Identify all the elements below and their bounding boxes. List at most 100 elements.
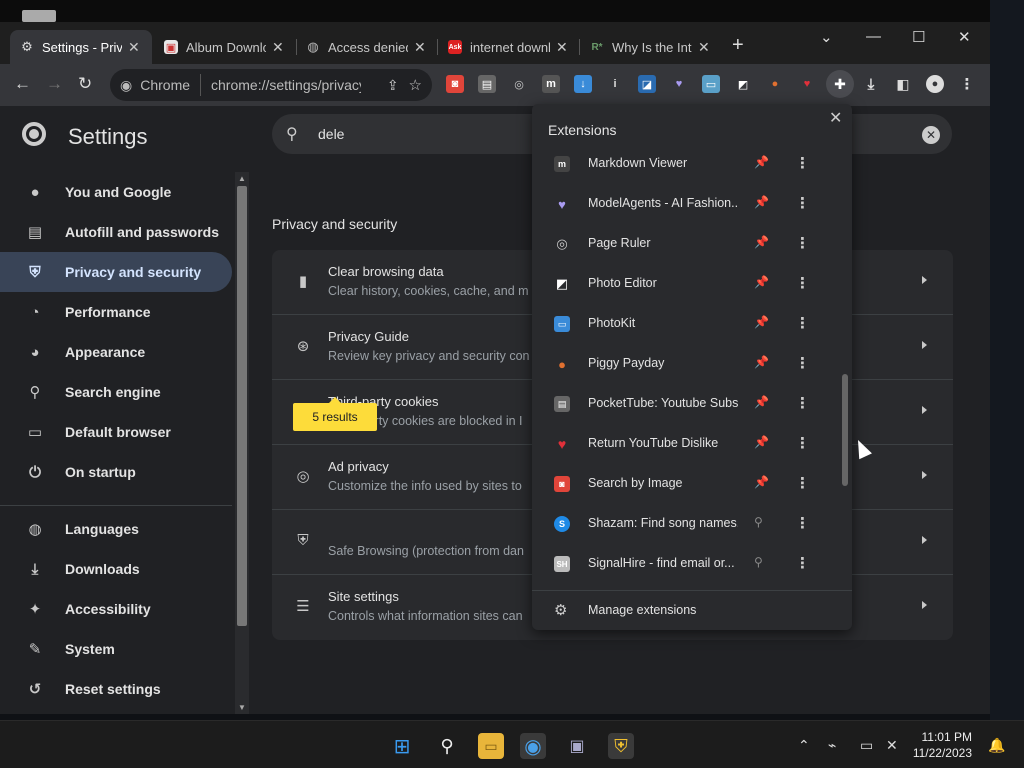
forward-icon[interactable]: → xyxy=(46,74,63,94)
close-window-icon[interactable]: ✕ xyxy=(958,28,971,46)
tab-access-denied[interactable]: ◍ Access denied ✕ xyxy=(296,30,438,64)
security-shield-icon[interactable]: ⛨ xyxy=(608,733,634,759)
extension-item-return-youtube-dislike[interactable]: ♥ Return YouTube Dislike 📌 ⋮ xyxy=(532,424,832,464)
search-by-image-icon[interactable]: ◙ xyxy=(446,75,464,93)
more-options-icon[interactable]: ⋮ xyxy=(795,154,810,172)
close-icon[interactable]: ✕ xyxy=(829,108,842,128)
share-icon[interactable]: ⇪ xyxy=(387,77,399,94)
sidebar-scrollbar[interactable]: ▲ ▼ xyxy=(235,172,249,714)
network-icon[interactable]: ⌁ xyxy=(828,737,836,754)
extensions-scrollbar[interactable] xyxy=(840,140,850,590)
sidebar-item-appearance[interactable]: ◕ Appearance xyxy=(0,332,232,372)
extension-item-photokit[interactable]: ▭ PhotoKit 📌 ⋮ xyxy=(532,304,832,344)
sidebar-item-languages[interactable]: ◍ Languages xyxy=(0,509,232,549)
close-icon[interactable]: ✕ xyxy=(272,39,284,56)
extension-item-search-by-image[interactable]: ◙ Search by Image 📌 ⋮ xyxy=(532,464,832,504)
scroll-up-icon[interactable]: ▲ xyxy=(238,174,246,183)
display-icon[interactable]: ▭ xyxy=(860,737,873,754)
more-options-icon[interactable]: ⋮ xyxy=(795,514,810,532)
tab-why-is-the-internet[interactable]: R* Why Is the Internet ✕ xyxy=(580,30,722,64)
pin-icon[interactable]: 📌 xyxy=(754,435,769,449)
chrome-taskbar-icon[interactable]: ◉ xyxy=(520,733,546,759)
tab-search-icon[interactable]: ⌄ xyxy=(820,28,833,46)
extension-item-markdown-viewer[interactable]: m Markdown Viewer 📌 ⋮ xyxy=(532,144,832,184)
sidebar-item-autofill[interactable]: ▤ Autofill and passwords xyxy=(0,212,232,252)
search-icon[interactable]: ⚲ xyxy=(434,733,460,759)
pin-icon[interactable]: 📌 xyxy=(754,155,769,169)
bookmark-star-icon[interactable]: ☆ xyxy=(409,76,422,94)
chrome-chip[interactable]: ◉ Chrome xyxy=(110,74,202,96)
minimize-icon[interactable]: — xyxy=(866,28,881,45)
more-options-icon[interactable]: ⋮ xyxy=(795,194,810,212)
sidebar-item-search-engine[interactable]: ⚲ Search engine xyxy=(0,372,232,412)
show-hidden-icons-icon[interactable]: ⌃ xyxy=(798,737,810,754)
pin-outline-icon[interactable]: ⚲ xyxy=(754,515,763,529)
more-menu-icon[interactable]: ⋮ xyxy=(958,75,976,93)
download-arrow-icon[interactable]: ↓ xyxy=(574,75,592,93)
pin-icon[interactable]: 📌 xyxy=(754,195,769,209)
extension-item-shazam[interactable]: S Shazam: Find song names... ⚲ ⋮ xyxy=(532,504,832,544)
pin-icon[interactable]: 📌 xyxy=(754,355,769,369)
dislike-icon[interactable]: ♥ xyxy=(798,75,816,93)
pockettube-icon[interactable]: ▤ xyxy=(478,75,496,93)
markdown-icon[interactable]: m xyxy=(542,75,560,93)
new-tab-button[interactable]: + xyxy=(732,34,744,57)
desktop-icon[interactable] xyxy=(22,10,56,22)
tab-album-downloader[interactable]: ▣ Album Downloader ✕ xyxy=(154,30,296,64)
close-icon[interactable]: ✕ xyxy=(556,39,568,56)
photokit-icon[interactable]: ▭ xyxy=(702,75,720,93)
pin-outline-icon[interactable]: ⚲ xyxy=(754,555,763,569)
extension-item-signalhire[interactable]: SH SignalHire - find email or... ⚲ ⋮ xyxy=(532,544,832,584)
sidebar-item-reset-settings[interactable]: ↺ Reset settings xyxy=(0,669,232,709)
scrollbar-thumb[interactable] xyxy=(842,374,848,486)
start-windows-icon[interactable]: ⊞ xyxy=(389,733,415,759)
scroll-down-icon[interactable]: ▼ xyxy=(238,703,246,712)
remote-desktop-icon[interactable]: ▣ xyxy=(564,733,590,759)
volume-muted-icon[interactable]: ✕ xyxy=(886,737,898,754)
page-ruler-icon[interactable]: ◎ xyxy=(510,75,528,93)
sidebar-item-accessibility[interactable]: ✦ Accessibility xyxy=(0,589,232,629)
more-options-icon[interactable]: ⋮ xyxy=(795,394,810,412)
more-options-icon[interactable]: ⋮ xyxy=(795,354,810,372)
download-icon[interactable]: ⤓ xyxy=(862,75,880,93)
clear-search-icon[interactable]: ✕ xyxy=(922,126,940,144)
more-options-icon[interactable]: ⋮ xyxy=(795,474,810,492)
close-icon[interactable]: ✕ xyxy=(128,39,140,56)
side-panel-icon[interactable]: ◧ xyxy=(894,75,912,93)
pin-icon[interactable]: 📌 xyxy=(754,235,769,249)
photo-icon[interactable]: ◪ xyxy=(638,75,656,93)
extension-item-photo-editor[interactable]: ◩ Photo Editor 📌 ⋮ xyxy=(532,264,832,304)
manage-extensions-button[interactable]: ⚙ Manage extensions xyxy=(532,591,852,629)
more-options-icon[interactable]: ⋮ xyxy=(795,434,810,452)
more-options-icon[interactable]: ⋮ xyxy=(795,274,810,292)
reload-icon[interactable]: ↻ xyxy=(78,74,92,94)
more-options-icon[interactable]: ⋮ xyxy=(795,314,810,332)
tab-internet-download[interactable]: Ask internet download ✕ xyxy=(438,30,580,64)
sidebar-item-privacy-and-security[interactable]: ⛨ Privacy and security xyxy=(0,252,232,292)
photo-editor-icon[interactable]: ◩ xyxy=(734,75,752,93)
extensions-puzzle-icon[interactable]: ✚ xyxy=(826,70,854,98)
sidebar-item-you-and-google[interactable]: ● You and Google xyxy=(0,172,232,212)
scrollbar-thumb[interactable] xyxy=(237,186,247,626)
file-explorer-icon[interactable]: ▭ xyxy=(478,733,504,759)
pin-icon[interactable]: 📌 xyxy=(754,275,769,289)
sidebar-item-on-startup[interactable]: ⏻ On startup xyxy=(0,452,232,492)
more-options-icon[interactable]: ⋮ xyxy=(795,554,810,572)
extension-item-pockettube[interactable]: ▤ PocketTube: Youtube Subs... 📌 ⋮ xyxy=(532,384,832,424)
maximize-icon[interactable]: ☐ xyxy=(912,28,925,46)
system-clock[interactable]: 11:01 PM 11/22/2023 xyxy=(910,729,972,761)
extension-item-modelagents[interactable]: ♥ ModelAgents - AI Fashion... 📌 ⋮ xyxy=(532,184,832,224)
notification-bell-icon[interactable]: 🔔 xyxy=(988,737,1005,754)
piggy-icon[interactable]: ● xyxy=(766,75,784,93)
sidebar-item-performance[interactable]: ◔ Performance xyxy=(0,292,232,332)
info-icon[interactable]: i xyxy=(606,75,624,93)
pin-icon[interactable]: 📌 xyxy=(754,395,769,409)
sidebar-item-downloads[interactable]: ⤓ Downloads xyxy=(0,549,232,589)
sidebar-item-system[interactable]: ✎ System xyxy=(0,629,232,669)
extension-item-page-ruler[interactable]: ◎ Page Ruler 📌 ⋮ xyxy=(532,224,832,264)
profile-icon[interactable]: ● xyxy=(926,75,944,93)
address-bar[interactable]: ◉ Chrome chrome://settings/privacy ⇪ ☆ xyxy=(110,69,432,101)
heart-icon[interactable]: ♥ xyxy=(670,75,688,93)
pin-icon[interactable]: 📌 xyxy=(754,475,769,489)
close-icon[interactable]: ✕ xyxy=(414,39,426,56)
